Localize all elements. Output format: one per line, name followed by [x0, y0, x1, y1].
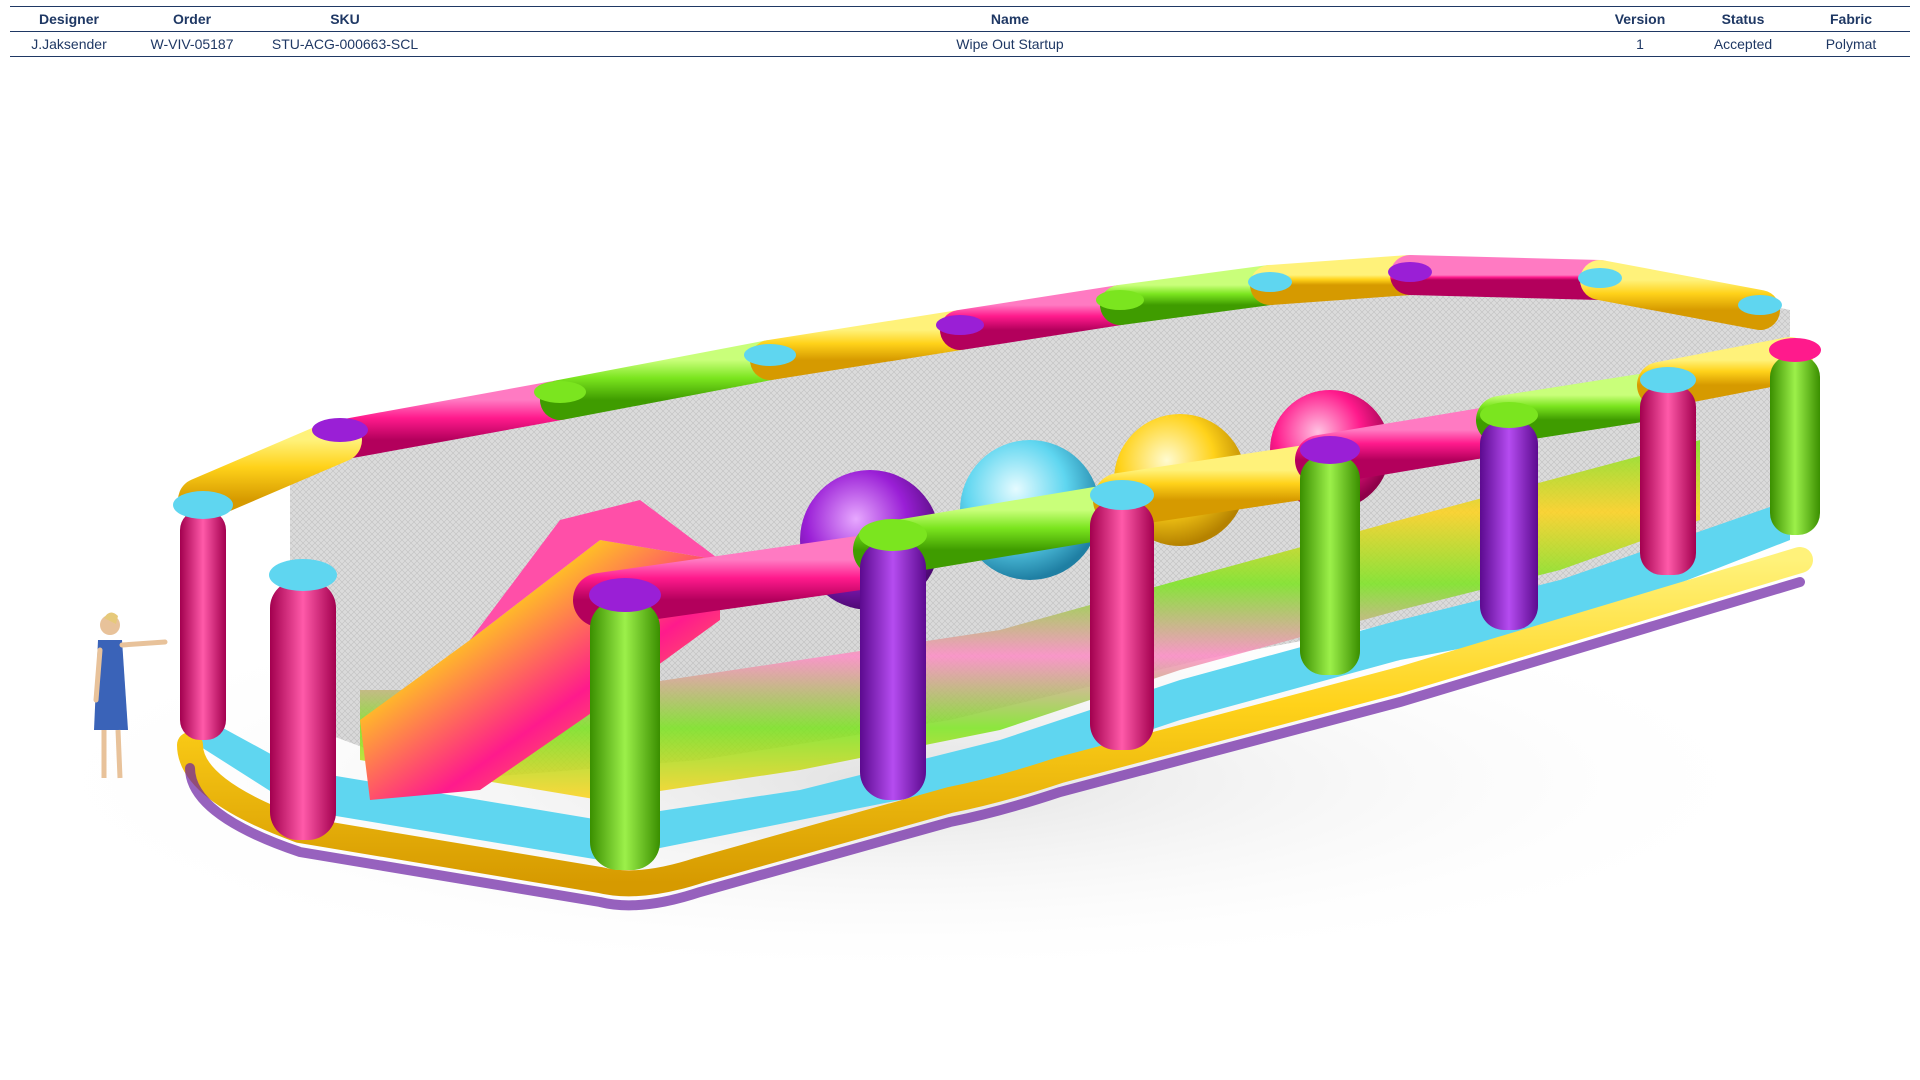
header-fabric: Fabric	[1792, 6, 1910, 32]
post-cap	[173, 491, 233, 519]
spec-header-row: Designer Order SKU Name Version Status F…	[10, 6, 1910, 32]
cell-fabric: Polymat	[1792, 31, 1910, 57]
cell-designer: J.Jaksender	[10, 31, 128, 57]
front-post-4	[1090, 500, 1154, 750]
front-post-1	[270, 580, 336, 840]
post-cap	[312, 418, 368, 442]
post-cap	[1300, 436, 1360, 464]
header-order: Order	[128, 6, 256, 32]
post-cap	[744, 344, 796, 366]
cell-name: Wipe Out Startup	[434, 31, 1586, 57]
post-cap	[1480, 402, 1538, 428]
post-cap	[1640, 367, 1696, 393]
post-cap	[1388, 262, 1432, 282]
post-cap	[1769, 338, 1821, 362]
post-cap	[1738, 295, 1782, 315]
post-cap	[589, 578, 661, 612]
front-post-6	[1480, 420, 1538, 630]
post-cap	[1096, 290, 1144, 310]
front-post-8	[1770, 355, 1820, 535]
spec-data-row: J.Jaksender W-VIV-05187 STU-ACG-000663-S…	[10, 31, 1910, 57]
page: Designer Order SKU Name Version Status F…	[0, 0, 1920, 1080]
left-corner-post	[180, 510, 226, 740]
back-tube-7	[1390, 255, 1620, 300]
front-post-7	[1640, 385, 1696, 575]
header-sku: SKU	[256, 6, 434, 32]
back-tube-4	[940, 285, 1140, 350]
header-designer: Designer	[10, 6, 128, 32]
front-post-5	[1300, 455, 1360, 675]
post-cap	[1090, 480, 1154, 510]
post-cap	[859, 519, 927, 551]
inflatable-render	[0, 255, 1821, 980]
cell-order: W-VIV-05187	[128, 31, 256, 57]
spec-table: Designer Order SKU Name Version Status F…	[10, 6, 1910, 57]
front-post-3	[860, 540, 926, 800]
front-post-2	[590, 600, 660, 870]
header-name: Name	[434, 6, 1586, 32]
post-cap	[269, 559, 337, 591]
header-version: Version	[1586, 6, 1694, 32]
post-cap	[1578, 268, 1622, 288]
header-status: Status	[1694, 6, 1792, 32]
cell-version: 1	[1586, 31, 1694, 57]
post-cap	[1248, 272, 1292, 292]
cell-status: Accepted	[1694, 31, 1792, 57]
cell-sku: STU-ACG-000663-SCL	[256, 31, 434, 57]
post-cap	[936, 315, 984, 335]
post-cap	[534, 381, 586, 403]
